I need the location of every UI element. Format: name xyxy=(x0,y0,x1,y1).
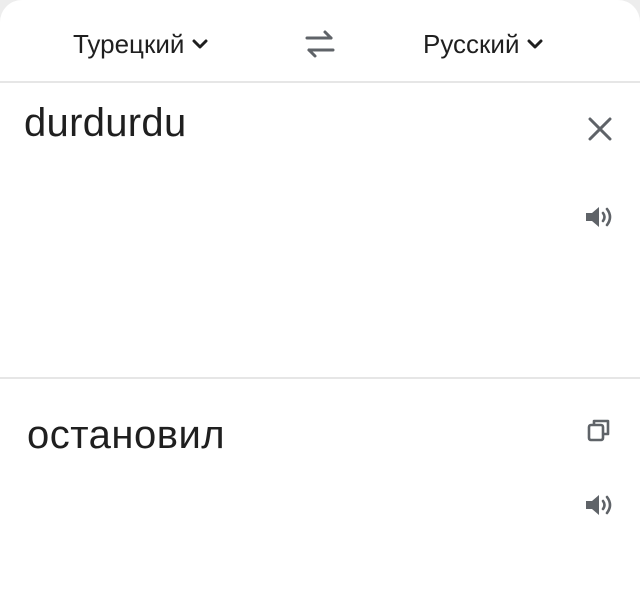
source-text-area[interactable]: durdurdu xyxy=(0,83,640,379)
speaker-icon xyxy=(584,492,616,518)
chevron-down-icon xyxy=(192,38,208,50)
close-icon xyxy=(586,115,614,143)
listen-translation-button[interactable] xyxy=(584,492,616,518)
source-language-selector[interactable]: Турецкий xyxy=(73,27,208,61)
target-language-selector[interactable]: Русский xyxy=(423,27,543,61)
chevron-down-icon xyxy=(527,38,543,50)
swap-arrows-icon xyxy=(302,26,338,62)
target-language-label: Русский xyxy=(423,28,520,59)
translator-screen: Турецкий Русский durdurdu остановил xyxy=(0,0,640,593)
swap-languages-button[interactable] xyxy=(302,26,338,62)
language-bar: Турецкий Русский xyxy=(0,0,640,83)
speaker-icon xyxy=(584,204,616,230)
translation-area: остановил xyxy=(0,379,640,593)
source-language-label: Турецкий xyxy=(73,28,185,59)
copy-translation-button[interactable] xyxy=(586,417,612,443)
copy-icon xyxy=(586,417,612,443)
clear-text-button[interactable] xyxy=(586,115,614,143)
source-text[interactable]: durdurdu xyxy=(24,101,187,146)
listen-source-button[interactable] xyxy=(584,204,616,230)
translation-text: остановил xyxy=(27,413,226,457)
